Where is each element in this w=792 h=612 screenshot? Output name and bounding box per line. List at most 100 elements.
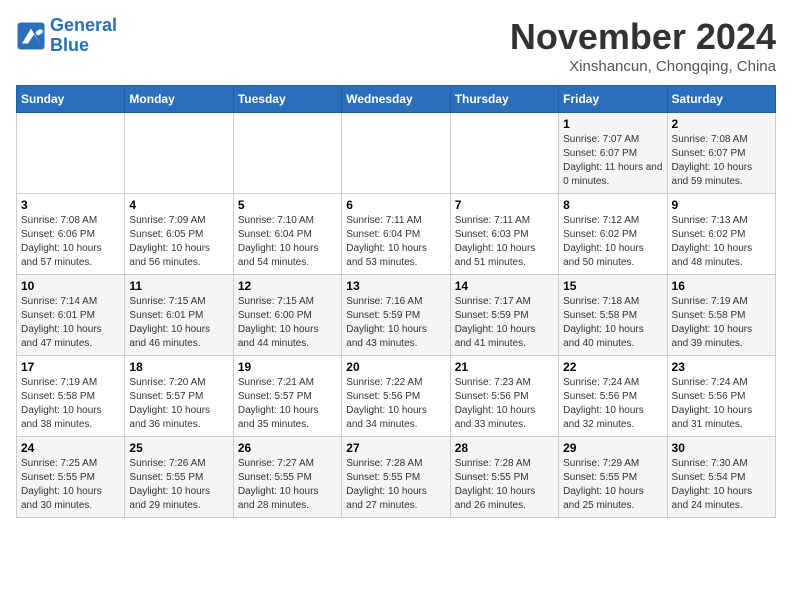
day-info: Sunrise: 7:14 AM Sunset: 6:01 PM Dayligh…: [21, 295, 120, 351]
day-info: Sunrise: 7:12 AM Sunset: 6:02 PM Dayligh…: [563, 214, 662, 270]
calendar-cell: 30Sunrise: 7:30 AM Sunset: 5:54 PM Dayli…: [667, 437, 775, 518]
day-info: Sunrise: 7:28 AM Sunset: 5:55 PM Dayligh…: [346, 457, 445, 513]
calendar-cell: [125, 113, 233, 194]
week-row-2: 3 Sunrise: 7:08 AM Sunset: 6:06 PM Daylig…: [17, 194, 776, 275]
calendar-cell: 21 Sunrise: 7:23 AM Sunset: 5:56 PM Dayli…: [450, 356, 558, 437]
calendar-cell: 9 Sunrise: 7:13 AM Sunset: 6:02 PM Daylig…: [667, 194, 775, 275]
day-info: Sunrise: 7:11 AM Sunset: 6:04 PM Dayligh…: [346, 214, 445, 270]
calendar-cell: 23Sunrise: 7:24 AM Sunset: 5:56 PM Dayli…: [667, 356, 775, 437]
calendar-cell: [342, 113, 450, 194]
calendar-cell: 8Sunrise: 7:12 AM Sunset: 6:02 PM Daylig…: [559, 194, 667, 275]
calendar-cell: 14Sunrise: 7:17 AM Sunset: 5:59 PM Dayli…: [450, 275, 558, 356]
day-number: 5: [238, 198, 337, 212]
day-number: 15: [563, 279, 662, 293]
day-info: Sunrise: 7:16 AM Sunset: 5:59 PM Dayligh…: [346, 295, 445, 351]
weekday-header-sunday: Sunday: [17, 86, 125, 113]
day-number: 17: [21, 360, 120, 374]
day-info: Sunrise: 7:23 AM Sunset: 5:56 PM Dayligh…: [455, 376, 554, 432]
day-info: Sunrise: 7:21 AM Sunset: 5:57 PM Dayligh…: [238, 376, 337, 432]
day-number: 1: [563, 117, 662, 131]
calendar-cell: 11 Sunrise: 7:15 AM Sunset: 6:01 PM Dayli…: [125, 275, 233, 356]
weekday-header-saturday: Saturday: [667, 86, 775, 113]
day-number: 13: [346, 279, 445, 293]
day-info: Sunrise: 7:19 AM Sunset: 5:58 PM Dayligh…: [21, 376, 120, 432]
day-number: 2: [672, 117, 771, 131]
calendar-cell: 25 Sunrise: 7:26 AM Sunset: 5:55 PM Dayli…: [125, 437, 233, 518]
week-row-4: 17 Sunrise: 7:19 AM Sunset: 5:58 PM Dayli…: [17, 356, 776, 437]
day-info: Sunrise: 7:15 AM Sunset: 6:00 PM Dayligh…: [238, 295, 337, 351]
day-number: 6: [346, 198, 445, 212]
week-row-1: 1Sunrise: 7:07 AM Sunset: 6:07 PM Daylig…: [17, 113, 776, 194]
day-info: Sunrise: 7:08 AM Sunset: 6:06 PM Dayligh…: [21, 214, 120, 270]
calendar-cell: 7Sunrise: 7:11 AM Sunset: 6:03 PM Daylig…: [450, 194, 558, 275]
calendar-cell: 12 Sunrise: 7:15 AM Sunset: 6:00 PM Dayli…: [233, 275, 341, 356]
logo: General Blue: [16, 16, 117, 56]
calendar: SundayMondayTuesdayWednesdayThursdayFrid…: [16, 85, 776, 518]
day-info: Sunrise: 7:30 AM Sunset: 5:54 PM Dayligh…: [672, 457, 771, 513]
day-info: Sunrise: 7:24 AM Sunset: 5:56 PM Dayligh…: [672, 376, 771, 432]
day-number: 28: [455, 441, 554, 455]
calendar-header: SundayMondayTuesdayWednesdayThursdayFrid…: [17, 86, 776, 113]
calendar-cell: [233, 113, 341, 194]
calendar-cell: 6 Sunrise: 7:11 AM Sunset: 6:04 PM Daylig…: [342, 194, 450, 275]
day-info: Sunrise: 7:09 AM Sunset: 6:05 PM Dayligh…: [129, 214, 228, 270]
day-info: Sunrise: 7:13 AM Sunset: 6:02 PM Dayligh…: [672, 214, 771, 270]
day-number: 22: [563, 360, 662, 374]
week-row-5: 24 Sunrise: 7:25 AM Sunset: 5:55 PM Dayli…: [17, 437, 776, 518]
day-info: Sunrise: 7:24 AM Sunset: 5:56 PM Dayligh…: [563, 376, 662, 432]
day-number: 21: [455, 360, 554, 374]
day-number: 27: [346, 441, 445, 455]
day-number: 3: [21, 198, 120, 212]
calendar-cell: 28 Sunrise: 7:28 AM Sunset: 5:55 PM Dayli…: [450, 437, 558, 518]
calendar-cell: 18 Sunrise: 7:20 AM Sunset: 5:57 PM Dayli…: [125, 356, 233, 437]
day-info: Sunrise: 7:27 AM Sunset: 5:55 PM Dayligh…: [238, 457, 337, 513]
calendar-cell: 20Sunrise: 7:22 AM Sunset: 5:56 PM Dayli…: [342, 356, 450, 437]
day-number: 16: [672, 279, 771, 293]
day-number: 11: [129, 279, 228, 293]
day-number: 9: [672, 198, 771, 212]
month-title: November 2024: [510, 16, 776, 58]
day-number: 20: [346, 360, 445, 374]
day-info: Sunrise: 7:15 AM Sunset: 6:01 PM Dayligh…: [129, 295, 228, 351]
day-info: Sunrise: 7:25 AM Sunset: 5:55 PM Dayligh…: [21, 457, 120, 513]
day-info: Sunrise: 7:08 AM Sunset: 6:07 PM Dayligh…: [672, 133, 771, 189]
weekday-header-monday: Monday: [125, 86, 233, 113]
calendar-cell: 2 Sunrise: 7:08 AM Sunset: 6:07 PM Daylig…: [667, 113, 775, 194]
day-info: Sunrise: 7:20 AM Sunset: 5:57 PM Dayligh…: [129, 376, 228, 432]
weekday-header-row: SundayMondayTuesdayWednesdayThursdayFrid…: [17, 86, 776, 113]
calendar-cell: 15 Sunrise: 7:18 AM Sunset: 5:58 PM Dayli…: [559, 275, 667, 356]
day-number: 10: [21, 279, 120, 293]
calendar-cell: 27 Sunrise: 7:28 AM Sunset: 5:55 PM Dayli…: [342, 437, 450, 518]
calendar-cell: 16 Sunrise: 7:19 AM Sunset: 5:58 PM Dayli…: [667, 275, 775, 356]
day-number: 24: [21, 441, 120, 455]
day-number: 4: [129, 198, 228, 212]
day-number: 12: [238, 279, 337, 293]
day-number: 18: [129, 360, 228, 374]
day-number: 29: [563, 441, 662, 455]
weekday-header-friday: Friday: [559, 86, 667, 113]
location: Xinshancun, Chongqing, China: [510, 58, 776, 75]
day-info: Sunrise: 7:10 AM Sunset: 6:04 PM Dayligh…: [238, 214, 337, 270]
calendar-cell: 4 Sunrise: 7:09 AM Sunset: 6:05 PM Daylig…: [125, 194, 233, 275]
calendar-cell: [450, 113, 558, 194]
calendar-body: 1Sunrise: 7:07 AM Sunset: 6:07 PM Daylig…: [17, 113, 776, 518]
day-number: 26: [238, 441, 337, 455]
day-info: Sunrise: 7:18 AM Sunset: 5:58 PM Dayligh…: [563, 295, 662, 351]
day-info: Sunrise: 7:26 AM Sunset: 5:55 PM Dayligh…: [129, 457, 228, 513]
logo-line1: General: [50, 15, 117, 35]
day-info: Sunrise: 7:19 AM Sunset: 5:58 PM Dayligh…: [672, 295, 771, 351]
page-header: General Blue November 2024 Xinshancun, C…: [16, 16, 776, 75]
calendar-cell: 10 Sunrise: 7:14 AM Sunset: 6:01 PM Dayli…: [17, 275, 125, 356]
logo-text: General Blue: [50, 16, 117, 56]
calendar-cell: 19 Sunrise: 7:21 AM Sunset: 5:57 PM Dayli…: [233, 356, 341, 437]
day-info: Sunrise: 7:17 AM Sunset: 5:59 PM Dayligh…: [455, 295, 554, 351]
day-info: Sunrise: 7:28 AM Sunset: 5:55 PM Dayligh…: [455, 457, 554, 513]
calendar-cell: 13 Sunrise: 7:16 AM Sunset: 5:59 PM Dayli…: [342, 275, 450, 356]
title-block: November 2024 Xinshancun, Chongqing, Chi…: [510, 16, 776, 75]
logo-line2: Blue: [50, 35, 89, 55]
calendar-cell: 17 Sunrise: 7:19 AM Sunset: 5:58 PM Dayli…: [17, 356, 125, 437]
calendar-cell: 22 Sunrise: 7:24 AM Sunset: 5:56 PM Dayli…: [559, 356, 667, 437]
calendar-cell: [17, 113, 125, 194]
day-number: 19: [238, 360, 337, 374]
day-number: 25: [129, 441, 228, 455]
